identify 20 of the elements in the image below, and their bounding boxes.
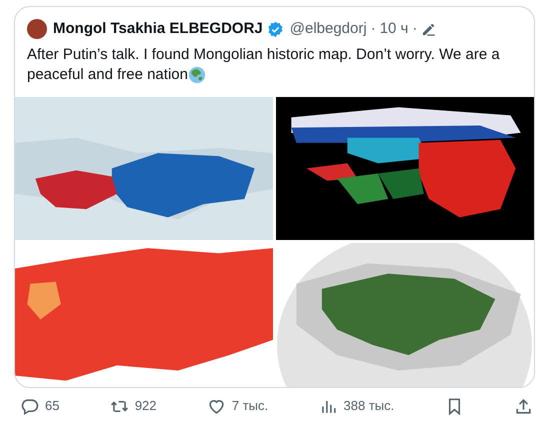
separator: · — [370, 19, 376, 39]
map-image[interactable] — [276, 96, 534, 240]
edit-icon — [421, 22, 436, 37]
repost-button[interactable]: 922 — [110, 396, 157, 416]
share-button[interactable] — [514, 396, 533, 416]
author-name[interactable]: Mongol Tsakhia ELBEGDORJ — [53, 18, 263, 40]
like-button[interactable]: 7 тыс. — [206, 396, 268, 416]
globe-icon — [188, 66, 206, 84]
post-time[interactable]: 10 ч — [380, 18, 408, 40]
avatar — [27, 19, 47, 40]
post-text-line: After Putin’s talk. I found Mongolian historic map. Don’t worry. We are a — [27, 46, 500, 62]
post-text-line: peaceful and free nation — [27, 64, 188, 84]
globe-map-image[interactable] — [276, 243, 534, 387]
reply-button[interactable]: 65 — [20, 396, 60, 416]
quoted-post-card[interactable]: Mongol Tsakhia ELBEGDORJ @elbegdorj · 10 ч · After Putin’s talk. I found Mongolian historic map. Don’t worry. We are a peaceful and free nation — [14, 6, 535, 388]
separator: · — [412, 19, 418, 39]
author-handle[interactable]: @elbegdorj — [290, 18, 367, 40]
share-icon — [514, 396, 533, 416]
reply-icon — [20, 396, 39, 416]
views-button[interactable]: 388 тыс. — [318, 396, 394, 416]
